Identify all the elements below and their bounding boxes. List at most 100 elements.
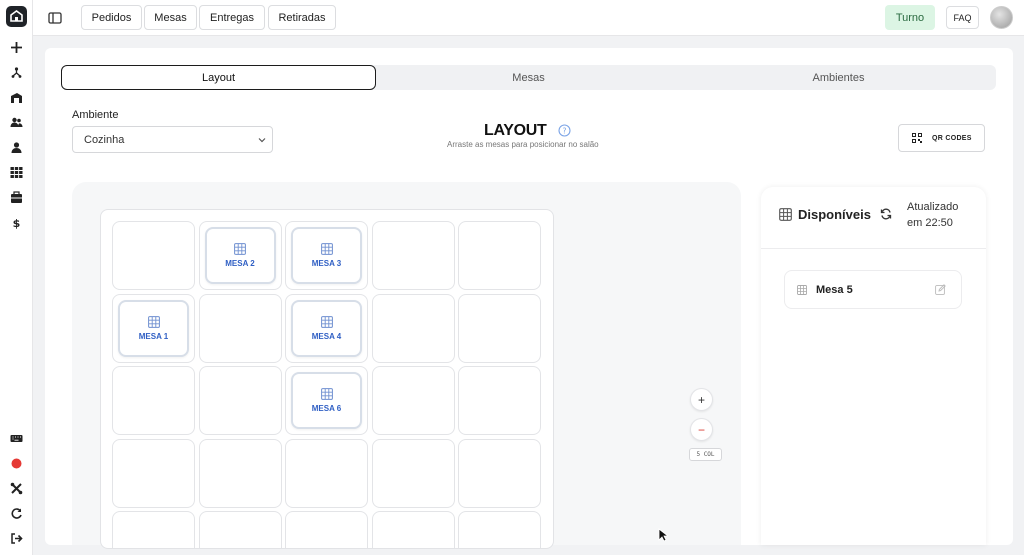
main-card: Layout Mesas Ambientes Ambiente Cozinha … — [45, 48, 1013, 549]
grid-cell[interactable] — [458, 438, 541, 508]
table-card[interactable]: MESA 3 — [291, 227, 362, 284]
refresh-icon[interactable] — [880, 208, 892, 220]
chevron-down-icon — [258, 138, 266, 143]
zoom-in-button[interactable]: + — [690, 388, 713, 411]
grid-cell[interactable] — [198, 511, 282, 548]
grid-cell[interactable]: MESA 1 — [112, 293, 195, 363]
mouse-cursor-icon — [658, 528, 668, 542]
reload-icon[interactable] — [9, 506, 24, 521]
table-icon — [147, 315, 160, 328]
grid-cell[interactable] — [198, 438, 282, 508]
columns-badge: 5 COL — [689, 448, 722, 461]
grid-cell[interactable] — [198, 366, 282, 435]
grid-cell[interactable]: MESA 2 — [198, 221, 282, 290]
tab-ambientes[interactable]: Ambientes — [681, 65, 996, 90]
grid-cell[interactable] — [112, 221, 195, 290]
zoom-out-button[interactable]: − — [690, 418, 713, 441]
grid-cell[interactable] — [371, 438, 455, 508]
ambiente-label: Ambiente — [72, 109, 119, 121]
record-icon[interactable] — [9, 456, 24, 471]
nav-retiradas-button[interactable]: Retiradas — [268, 5, 336, 30]
grid-cell[interactable]: MESA 6 — [285, 366, 368, 435]
sidebar-toggle-icon[interactable] — [47, 10, 63, 26]
qr-code-icon — [912, 133, 922, 143]
plus-icon[interactable] — [9, 40, 24, 55]
grid-cell[interactable]: MESA 3 — [285, 221, 368, 290]
qr-codes-button[interactable]: QR CODES — [898, 124, 985, 152]
grid-cell[interactable] — [371, 221, 455, 290]
grid-cell[interactable] — [285, 438, 368, 508]
hierarchy-icon[interactable] — [9, 65, 24, 80]
table-icon — [320, 243, 333, 255]
top-bar: Pedidos Mesas Entregas Retiradas Turno F… — [33, 0, 1024, 36]
turno-button[interactable]: Turno — [885, 5, 935, 30]
grid-cell[interactable] — [458, 221, 541, 290]
side-rail: $ — [0, 0, 33, 555]
grid-cell[interactable] — [112, 438, 195, 508]
page-subtitle: Arraste as mesas para posicionar no salã… — [447, 140, 599, 149]
grid-cell[interactable] — [458, 511, 541, 548]
user-icon[interactable] — [9, 140, 24, 155]
nav-entregas-button[interactable]: Entregas — [199, 5, 265, 30]
available-table-name: Mesa 5 — [816, 284, 853, 296]
table-icon — [779, 208, 792, 221]
table-card-label: MESA 6 — [311, 404, 342, 413]
available-table-item[interactable]: Mesa 5 — [784, 270, 962, 309]
qr-codes-label: QR CODES — [932, 134, 972, 142]
ambiente-select[interactable]: Cozinha — [72, 126, 273, 153]
table-icon — [320, 315, 333, 328]
last-updated: Atualizado em 22:50 — [907, 199, 977, 231]
box-icon[interactable] — [9, 190, 24, 205]
help-icon[interactable]: ? — [558, 124, 571, 137]
grid-cell[interactable] — [371, 366, 455, 435]
tools-icon[interactable] — [9, 481, 24, 496]
svg-text:?: ? — [563, 126, 567, 135]
page-title: LAYOUT — [484, 122, 547, 139]
ambiente-select-value: Cozinha — [84, 133, 125, 146]
zoom-in-label: + — [697, 392, 705, 407]
logout-icon[interactable] — [9, 531, 24, 546]
table-card-label: MESA 2 — [225, 259, 255, 268]
tab-bar: Layout Mesas Ambientes — [61, 65, 996, 90]
grid-cell[interactable] — [371, 293, 455, 363]
table-card-label: MESA 4 — [311, 331, 342, 341]
table-grid: MESA 2 MESA 3 MESA 1 MESA 4 MESA 6 — [100, 209, 554, 549]
table-card-label: MESA 1 — [138, 331, 169, 341]
app-logo[interactable] — [6, 6, 27, 27]
table-icon — [234, 243, 246, 255]
nav-pedidos-button[interactable]: Pedidos — [81, 5, 142, 30]
available-panel: Disponíveis Atualizado em 22:50 Mesa 5 — [761, 187, 986, 545]
grid-icon[interactable] — [9, 165, 24, 180]
svg-text:$: $ — [13, 217, 21, 229]
nav-mesas-button[interactable]: Mesas — [144, 5, 197, 30]
warehouse-icon[interactable] — [9, 90, 24, 105]
tab-layout[interactable]: Layout — [61, 65, 376, 90]
last-updated-line1: Atualizado — [907, 201, 959, 213]
tab-mesas[interactable]: Mesas — [376, 65, 681, 90]
grid-cell[interactable] — [112, 366, 195, 435]
table-card[interactable]: MESA 4 — [291, 299, 362, 357]
grid-cell[interactable] — [198, 293, 282, 363]
keyboard-icon[interactable] — [9, 431, 24, 446]
grid-cell[interactable] — [371, 511, 455, 548]
grid-cell[interactable] — [285, 511, 368, 548]
table-card[interactable]: MESA 2 — [204, 227, 276, 284]
dollar-icon[interactable]: $ — [9, 215, 24, 230]
table-icon — [797, 285, 807, 295]
store-icon — [10, 10, 23, 22]
available-panel-title: Disponíveis — [798, 207, 871, 222]
grid-cell[interactable] — [112, 511, 195, 548]
users-icon[interactable] — [9, 115, 24, 130]
available-panel-header: Disponíveis Atualizado em 22:50 — [761, 187, 986, 249]
faq-button[interactable]: FAQ — [946, 6, 979, 29]
table-card[interactable]: MESA 6 — [291, 372, 362, 429]
table-card[interactable]: MESA 1 — [118, 299, 189, 357]
grid-cell[interactable] — [458, 366, 541, 435]
zoom-out-label: − — [697, 422, 705, 437]
avatar[interactable] — [990, 6, 1013, 29]
edit-icon[interactable] — [935, 284, 946, 295]
grid-cell[interactable]: MESA 4 — [285, 293, 368, 363]
table-card-label: MESA 3 — [311, 259, 342, 268]
layout-canvas: MESA 2 MESA 3 MESA 1 MESA 4 MESA 6 + − 5 COL — [72, 182, 741, 549]
grid-cell[interactable] — [458, 293, 541, 363]
